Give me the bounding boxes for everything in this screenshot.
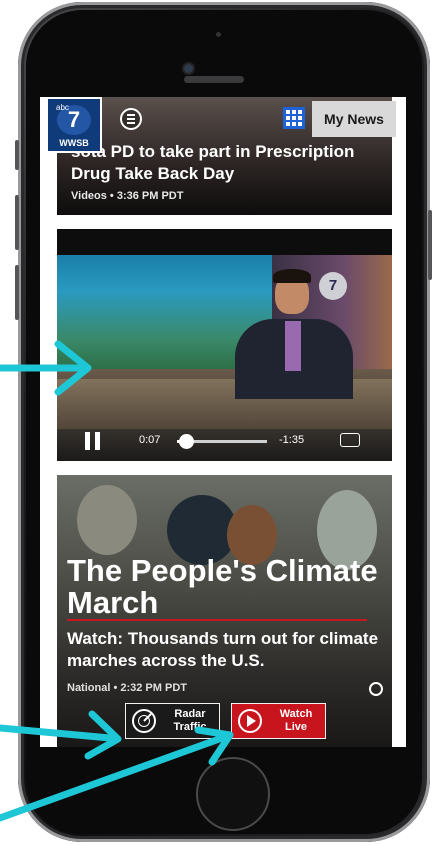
annotation-arrows	[0, 340, 234, 822]
arrow-to-video	[0, 340, 92, 396]
arrow-to-radar-traffic	[0, 710, 122, 760]
